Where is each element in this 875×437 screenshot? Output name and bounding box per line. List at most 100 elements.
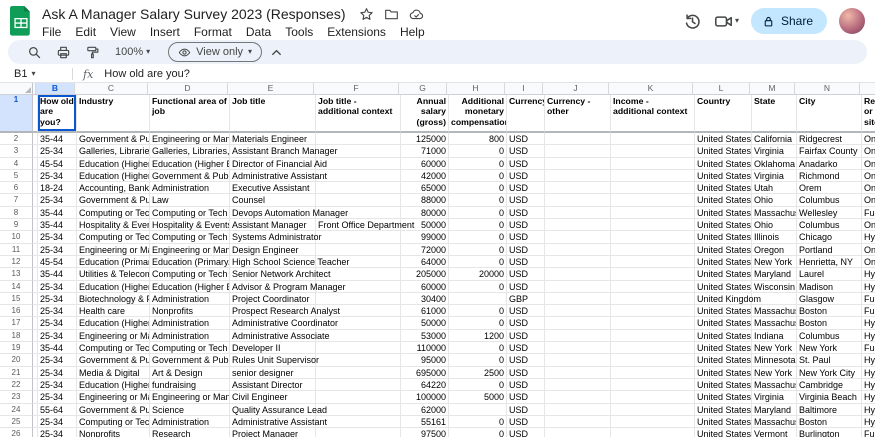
row-number[interactable]: 2: [0, 133, 33, 145]
cell-O4[interactable]: On-site: [862, 158, 875, 170]
zoom-selector[interactable]: 100% ▾: [115, 46, 150, 58]
cell-E17[interactable]: Administrative Coordinator: [230, 317, 316, 329]
cell-I1[interactable]: Currency: [507, 95, 545, 133]
cell-J20[interactable]: [545, 354, 611, 366]
cell-L18[interactable]: United States: [695, 330, 752, 342]
column-header-N[interactable]: N: [795, 83, 860, 94]
cloud-status-icon[interactable]: [409, 7, 424, 22]
cell-K18[interactable]: [611, 330, 695, 342]
cell-L7[interactable]: United States: [695, 194, 752, 206]
column-header-M[interactable]: M: [750, 83, 795, 94]
column-header-D[interactable]: D: [148, 83, 228, 94]
row-number[interactable]: 18: [0, 330, 33, 342]
search-icon[interactable]: [27, 45, 42, 60]
column-header-B[interactable]: B: [36, 83, 75, 94]
cell-L20[interactable]: United States: [695, 354, 752, 366]
cell-H19[interactable]: 0: [449, 342, 507, 354]
cell-J6[interactable]: [545, 182, 611, 194]
cell-H9[interactable]: 0: [449, 219, 507, 231]
cell-B9[interactable]: 35-44: [38, 219, 77, 231]
cell-C8[interactable]: Computing or Tech: [77, 207, 150, 219]
cell-M19[interactable]: New York: [752, 342, 797, 354]
cell-E15[interactable]: Project Coordinator: [230, 293, 316, 305]
cell-J24[interactable]: [545, 404, 611, 416]
star-icon[interactable]: [359, 7, 374, 22]
cell-M25[interactable]: Massachusetts: [752, 416, 797, 428]
cell-D21[interactable]: Art & Design: [150, 367, 230, 379]
cell-K12[interactable]: [611, 256, 695, 268]
cell-F4[interactable]: [316, 158, 401, 170]
cell-N13[interactable]: Laurel: [797, 268, 862, 280]
cell-L2[interactable]: United States: [695, 133, 752, 145]
cell-F25[interactable]: [316, 416, 401, 428]
cell-G20[interactable]: 95000: [401, 354, 449, 366]
menu-data[interactable]: Data: [239, 24, 278, 40]
cell-I9[interactable]: USD: [507, 219, 545, 231]
cell-I15[interactable]: GBP: [507, 293, 545, 305]
cell-C19[interactable]: Computing or Tech: [77, 342, 150, 354]
cell-E11[interactable]: Design Engineer: [230, 244, 316, 256]
cell-B14[interactable]: 25-34: [38, 281, 77, 293]
cell-G12[interactable]: 64000: [401, 256, 449, 268]
cell-H5[interactable]: 0: [449, 170, 507, 182]
cell-B11[interactable]: 25-34: [38, 244, 77, 256]
cell-C4[interactable]: Education (Higher Education): [77, 158, 150, 170]
cell-N6[interactable]: Orem: [797, 182, 862, 194]
select-all-corner[interactable]: [0, 83, 33, 94]
cell-G3[interactable]: 71000: [401, 145, 449, 157]
cell-B26[interactable]: 25-34: [38, 428, 77, 437]
cell-O14[interactable]: Hybrid: [862, 281, 875, 293]
cell-F5[interactable]: [316, 170, 401, 182]
cell-N5[interactable]: Richmond: [797, 170, 862, 182]
row-number[interactable]: 16: [0, 305, 33, 317]
cell-H26[interactable]: 0: [449, 428, 507, 437]
cell-J15[interactable]: [545, 293, 611, 305]
cell-D9[interactable]: Hospitality & Events: [150, 219, 230, 231]
cell-E1[interactable]: Job title: [230, 95, 316, 133]
row-number[interactable]: 5: [0, 170, 33, 182]
cell-C7[interactable]: Government & Public Administration: [77, 194, 150, 206]
cell-M20[interactable]: Minnesota: [752, 354, 797, 366]
cell-E21[interactable]: senior designer: [230, 367, 316, 379]
cell-B8[interactable]: 35-44: [38, 207, 77, 219]
cell-L24[interactable]: United States: [695, 404, 752, 416]
row-number[interactable]: 8: [0, 207, 33, 219]
cell-L9[interactable]: United States: [695, 219, 752, 231]
cell-M1[interactable]: State: [752, 95, 797, 133]
cell-H15[interactable]: [449, 293, 507, 305]
cell-L13[interactable]: United States: [695, 268, 752, 280]
cell-E12[interactable]: High School Science Teacher: [230, 256, 316, 268]
cell-H4[interactable]: 0: [449, 158, 507, 170]
cell-K2[interactable]: [611, 133, 695, 145]
cell-I25[interactable]: USD: [507, 416, 545, 428]
cell-E7[interactable]: Counsel: [230, 194, 316, 206]
meet-button[interactable]: ▾: [714, 12, 739, 31]
cell-C22[interactable]: Education (Higher Education): [77, 379, 150, 391]
cell-F19[interactable]: [316, 342, 401, 354]
cell-C10[interactable]: Computing or Tech: [77, 231, 150, 243]
cell-C23[interactable]: Engineering or Manufacturing: [77, 391, 150, 403]
cell-G26[interactable]: 97500: [401, 428, 449, 437]
cell-K13[interactable]: [611, 268, 695, 280]
cell-D8[interactable]: Computing or Tech: [150, 207, 230, 219]
cell-F15[interactable]: [316, 293, 401, 305]
cell-D6[interactable]: Administration: [150, 182, 230, 194]
cell-K26[interactable]: [611, 428, 695, 437]
cell-M21[interactable]: New York: [752, 367, 797, 379]
cell-D2[interactable]: Engineering or Manufacturing: [150, 133, 230, 145]
column-header-I[interactable]: I: [505, 83, 543, 94]
cell-K16[interactable]: [611, 305, 695, 317]
cell-M14[interactable]: Wisconsin: [752, 281, 797, 293]
cell-H21[interactable]: 2500: [449, 367, 507, 379]
cell-H3[interactable]: 0: [449, 145, 507, 157]
cell-J21[interactable]: [545, 367, 611, 379]
cell-I16[interactable]: USD: [507, 305, 545, 317]
cell-E10[interactable]: Systems Administrator: [230, 231, 316, 243]
cell-O7[interactable]: On-site: [862, 194, 875, 206]
cell-N23[interactable]: Virginia Beach: [797, 391, 862, 403]
cell-J17[interactable]: [545, 317, 611, 329]
collapse-toolbar-icon[interactable]: [269, 45, 284, 60]
cell-J26[interactable]: [545, 428, 611, 437]
cell-C12[interactable]: Education (Primary/Secondary): [77, 256, 150, 268]
cell-D15[interactable]: Administration: [150, 293, 230, 305]
